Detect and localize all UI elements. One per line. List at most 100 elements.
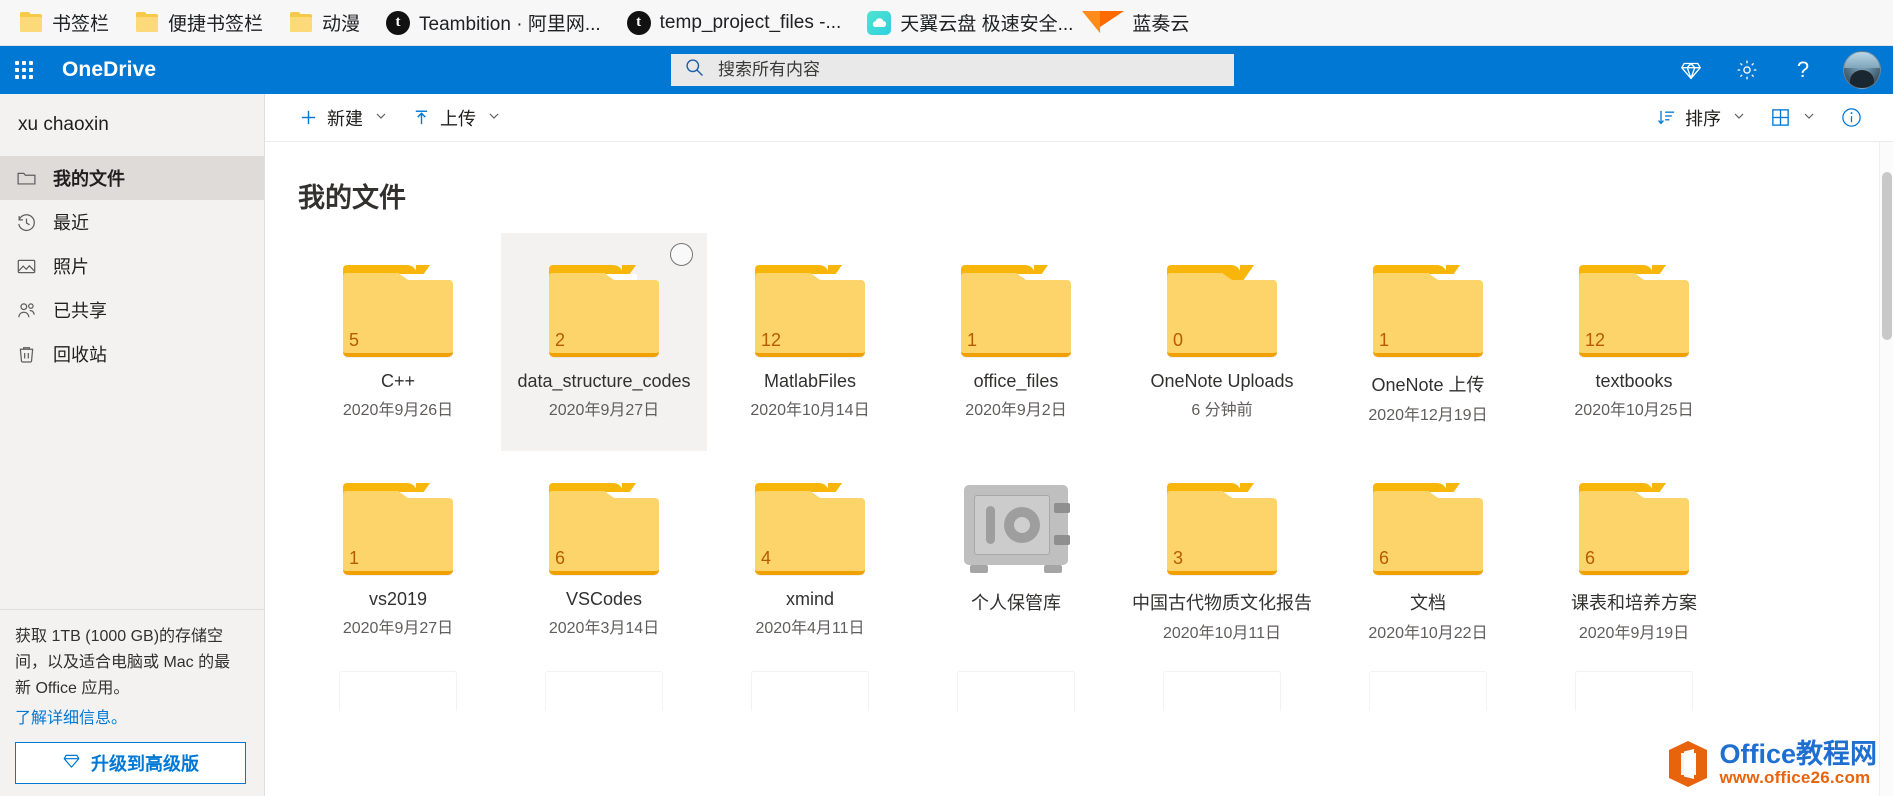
tile-date: 2020年4月11日: [755, 620, 865, 637]
folder-icon: [19, 11, 43, 35]
bookmark-item[interactable]: 天翼云盘 极速安全...: [856, 5, 1084, 40]
tile-thumbnail: 1: [956, 251, 1076, 357]
upload-button[interactable]: 上传: [400, 98, 513, 138]
sidebar-item-recycle-bin[interactable]: 回收站: [0, 332, 264, 376]
bookmark-item[interactable]: 动漫: [278, 5, 371, 40]
tile-date: 2020年10月14日: [750, 402, 870, 419]
tile-thumbnail: 3: [1162, 469, 1282, 575]
files-tile-grid: 5 C++ 2020年9月26日 2 data_structure_codes …: [295, 233, 1893, 669]
tile-date: 2020年10月11日: [1162, 625, 1281, 642]
item-count: 0: [1173, 330, 1184, 350]
folder-icon: 2: [545, 265, 663, 357]
upgrade-button-label: 升级到高级版: [91, 754, 199, 774]
file-tile[interactable]: [913, 671, 1119, 711]
item-count: 1: [1379, 330, 1390, 350]
folder-icon: 1: [957, 265, 1075, 357]
gear-icon[interactable]: [1719, 46, 1775, 94]
file-tile[interactable]: [1119, 671, 1325, 711]
sort-icon: [1657, 108, 1676, 127]
view-options-button[interactable]: [1758, 98, 1828, 138]
help-icon[interactable]: ?: [1775, 46, 1831, 94]
sidebar-item-recent[interactable]: 最近: [0, 200, 264, 244]
avatar-image: [1843, 51, 1881, 89]
item-count: 1: [967, 330, 978, 350]
bookmark-item[interactable]: 蓝奏云: [1088, 5, 1200, 40]
upload-button-label: 上传: [440, 108, 476, 129]
bookmark-item[interactable]: t temp_project_files -...: [616, 7, 853, 39]
upload-arrow-icon: [412, 108, 431, 127]
tile-name: 文档: [1410, 593, 1446, 613]
tile-name: vs2019: [368, 589, 428, 609]
file-tile[interactable]: 0 OneNote Uploads 6 分钟前: [1119, 233, 1325, 451]
file-tile[interactable]: 12 textbooks 2020年10月25日: [1531, 233, 1737, 451]
sort-button[interactable]: 排序: [1645, 98, 1758, 138]
file-tile[interactable]: 1 office_files 2020年9月2日: [913, 233, 1119, 451]
file-tile[interactable]: 4 xmind 2020年4月11日: [707, 451, 913, 669]
folder-icon: 6: [545, 483, 663, 575]
file-tile[interactable]: 3 中国古代物质文化报告 2020年10月11日: [1119, 451, 1325, 669]
tile-name: textbooks: [1595, 371, 1673, 391]
file-tile[interactable]: 6 课表和培养方案 2020年9月19日: [1531, 451, 1737, 669]
tile-select-checkbox[interactable]: [670, 243, 693, 266]
tile-name-text: OneNote Uploads: [1150, 371, 1294, 391]
sidebar-item-photos[interactable]: 照片: [0, 244, 264, 288]
file-tile[interactable]: 5 C++ 2020年9月26日: [295, 233, 501, 451]
search-box[interactable]: [671, 54, 1234, 86]
tile-name: 中国古代物质文化报告: [1132, 593, 1312, 613]
app-launcher-button[interactable]: [0, 46, 48, 94]
file-tile[interactable]: 6 文档 2020年10月22日: [1325, 451, 1531, 669]
sync-icon: [1150, 371, 1153, 387]
folder-icon: 6: [1369, 483, 1487, 575]
bookmark-item[interactable]: 便捷书签栏: [124, 5, 274, 40]
tile-name: data_structure_codes: [517, 371, 691, 391]
vertical-scrollbar[interactable]: [1879, 142, 1893, 796]
promo-learn-more-link[interactable]: 了解详细信息。: [15, 704, 246, 728]
search-input[interactable]: [716, 59, 1226, 81]
file-tile[interactable]: 1 vs2019 2020年9月27日: [295, 451, 501, 669]
tile-date: 2020年10月22日: [1368, 625, 1488, 642]
bookmark-item[interactable]: t Teambition · 阿里网...: [375, 5, 612, 40]
command-bar: 新建 上传 排序: [265, 94, 1893, 142]
svg-text:?: ?: [1797, 57, 1809, 82]
file-tile[interactable]: [1531, 671, 1737, 711]
sidebar-item-shared[interactable]: 已共享: [0, 288, 264, 332]
photo-icon: [15, 255, 37, 277]
sort-button-label: 排序: [1685, 108, 1721, 129]
files-content-area: 我的文件 5 C++ 2020年9月26日 2 data_structure_c…: [265, 142, 1893, 796]
bookmark-item[interactable]: 书签栏: [8, 5, 120, 40]
tile-thumbnail: 1: [338, 469, 458, 575]
file-tile[interactable]: [295, 671, 501, 711]
file-tile[interactable]: 2 data_structure_codes 2020年9月27日: [501, 233, 707, 451]
item-count: 2: [555, 330, 566, 350]
new-button[interactable]: 新建: [287, 98, 400, 138]
watermark-url: www.office26.com: [1719, 767, 1871, 787]
sidebar-item-my-files[interactable]: 我的文件: [0, 156, 264, 200]
bookmark-label: 天翼云盘 极速安全...: [900, 14, 1074, 35]
item-count: 6: [1379, 548, 1390, 568]
file-tile[interactable]: [1325, 671, 1531, 711]
watermark-text: Office教程网 www.office26.com: [1719, 740, 1877, 787]
tile-date: 2020年9月2日: [965, 402, 1067, 419]
file-tile[interactable]: 1 OneNote 上传 2020年12月19日: [1325, 233, 1531, 451]
sidebar-item-label: 我的文件: [53, 169, 125, 189]
file-tile[interactable]: [707, 671, 913, 711]
office-logo-icon: [1666, 740, 1710, 788]
onedrive-brand-link[interactable]: OneDrive: [48, 46, 172, 94]
upgrade-to-premium-button[interactable]: 升级到高级版: [15, 742, 246, 784]
file-tile[interactable]: 个人保管库: [913, 451, 1119, 669]
item-count: 3: [1173, 548, 1184, 568]
file-tile[interactable]: [501, 671, 707, 711]
folder-icon: 1: [339, 483, 457, 575]
file-tile[interactable]: 6 VSCodes 2020年3月14日: [501, 451, 707, 669]
premium-diamond-icon[interactable]: [1663, 46, 1719, 94]
scrollbar-thumb[interactable]: [1882, 172, 1892, 340]
folder-icon: [135, 11, 159, 35]
tile-name: 课表和培养方案: [1571, 593, 1697, 613]
details-info-button[interactable]: [1828, 98, 1875, 138]
file-tile[interactable]: 12 MatlabFiles 2020年10月14日: [707, 233, 913, 451]
watermark: Office教程网 www.office26.com: [1666, 740, 1877, 788]
app-shell: xu chaoxin 我的文件 最近 照片 已共享 回收站 获取 1TB (10…: [0, 94, 1893, 796]
avatar[interactable]: [1831, 46, 1893, 94]
teambition-icon: t: [626, 10, 651, 35]
recycle-bin-icon: [15, 343, 37, 365]
